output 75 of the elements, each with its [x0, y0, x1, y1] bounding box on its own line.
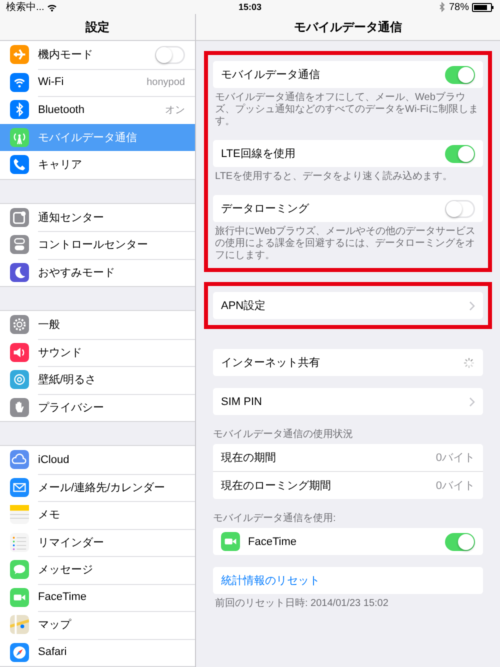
settings-row[interactable]: APN設定: [213, 292, 483, 319]
battery-percentage: 78%: [448, 2, 469, 12]
sidebar-item[interactable]: プライバシー: [0, 394, 195, 421]
envelope-icon: [10, 478, 29, 497]
cloud-icon: [10, 450, 29, 470]
sidebar-item[interactable]: マップ: [0, 611, 195, 638]
toggle-switch[interactable]: [155, 46, 185, 64]
nav-title: 設定: [86, 18, 110, 36]
checklist-icon: [10, 532, 29, 552]
airplane-icon: [10, 45, 29, 64]
sidebar-item[interactable]: 通知センター: [0, 204, 195, 231]
notification-icon: [10, 208, 29, 227]
setting-label: インターネット共有: [221, 356, 321, 370]
section-header: モバイルデータ通信の使用状況: [213, 428, 354, 442]
setting-label: FaceTime: [248, 536, 298, 548]
setting-value: 0バイト: [436, 479, 475, 493]
map-icon: [10, 615, 29, 634]
video-camera-icon: [221, 532, 240, 551]
section-footer: 旅行中にWebブラウズ、メールやその他のデータサービスの使用による課金を回避するには、データローミングをオフにします。: [213, 222, 483, 262]
compass-icon: [10, 642, 29, 662]
item-value: オン: [165, 104, 185, 117]
toggle-switch[interactable]: [445, 200, 475, 218]
switches-icon: [10, 235, 29, 254]
moon-icon: [10, 262, 29, 282]
chevron-icon: [469, 300, 475, 310]
section-footer: LTEを使用すると、データをより速く読み込めます。: [213, 167, 483, 183]
wifi-icon: [47, 2, 58, 12]
sidebar-item[interactable]: リマインダー: [0, 528, 195, 556]
setting-value: 0バイト: [436, 451, 475, 465]
toggle-switch[interactable]: [445, 66, 475, 84]
section-header: モバイルデータ通信を使用:: [213, 512, 337, 526]
spinner-icon: [463, 356, 475, 368]
nav-title: モバイルデータ通信: [294, 18, 402, 36]
sidebar-item[interactable]: キャリア: [0, 151, 195, 178]
speaker-icon: [10, 342, 29, 362]
setting-label: モバイルデータ通信: [221, 68, 321, 82]
notepad-icon: [10, 505, 29, 524]
antenna-icon: [10, 128, 29, 147]
chevron-icon: [469, 396, 475, 406]
item-value: honypod: [146, 76, 185, 88]
sidebar-item[interactable]: メッセージ: [0, 556, 195, 584]
sidebar-item[interactable]: Bluetooth オン: [0, 96, 195, 124]
toggle-switch[interactable]: [445, 532, 475, 550]
clock-text: 15:03: [238, 2, 262, 12]
battery-icon: [472, 2, 494, 12]
sidebar-item[interactable]: Safari: [0, 638, 195, 666]
carrier-text: 検索中...: [6, 0, 44, 14]
sidebar-item[interactable]: Wi-Fi honypod: [0, 68, 195, 96]
setting-label: 現在の期間: [221, 451, 277, 465]
bluetooth-icon: [10, 100, 29, 120]
setting-label: 機内モード: [38, 48, 94, 62]
sidebar-item[interactable]: 一般: [0, 311, 195, 338]
sidebar-item[interactable]: iCloud: [0, 446, 195, 474]
speech-bubble-icon: [10, 560, 29, 580]
bluetooth-icon: [438, 2, 446, 12]
settings-row[interactable]: SIM PIN: [213, 388, 483, 415]
section-footer: モバイルデータ通信をオフにして、メール、Webブラウズ、プッシュ通知などのすべてのデータをWi-Fiに制限します。: [213, 88, 483, 128]
sidebar-item[interactable]: サウンド: [0, 338, 195, 366]
hand-icon: [10, 398, 29, 417]
reset-link[interactable]: 統計情報のリセット: [213, 567, 483, 594]
setting-label: 現在のローミング期間: [221, 479, 332, 493]
sidebar-item[interactable]: 壁紙/明るさ: [0, 366, 195, 394]
sidebar-item[interactable]: メモ: [0, 501, 195, 528]
setting-label: LTE回線を使用: [221, 147, 296, 161]
setting-label: データローミング: [221, 202, 310, 216]
phone-icon: [10, 155, 29, 174]
toggle-switch[interactable]: [445, 144, 475, 162]
sidebar-item[interactable]: コントロールセンター: [0, 231, 195, 258]
gear-icon: [10, 315, 29, 334]
sidebar-item[interactable]: FaceTime: [0, 584, 195, 611]
video-camera-icon: [10, 588, 29, 607]
section-footer: 前回のリセット日時: 2014/01/23 15:02: [213, 594, 483, 610]
sidebar-item[interactable]: メール/連絡先/カレンダー: [0, 474, 195, 501]
wifi-icon: [10, 72, 29, 92]
sidebar-item[interactable]: おやすみモード: [0, 258, 195, 286]
